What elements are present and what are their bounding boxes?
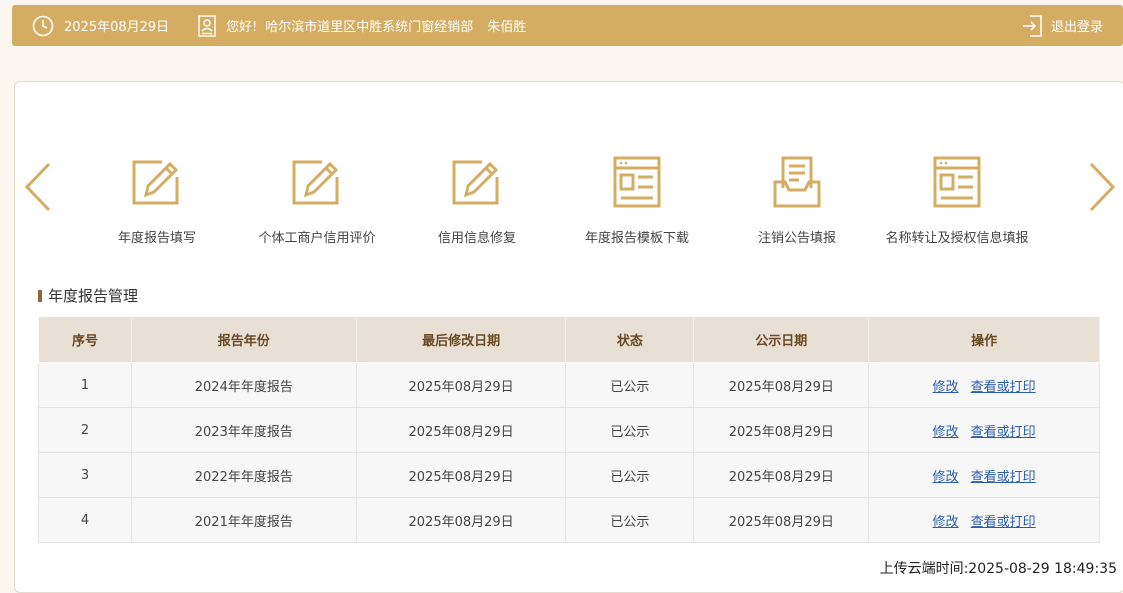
- shortcut-credit-evaluation[interactable]: 个体工商户信用评价: [237, 154, 397, 246]
- column-header-modified: 最后修改日期: [355, 316, 567, 363]
- edit-icon: [397, 154, 557, 210]
- shortcut-name-transfer[interactable]: 名称转让及授权信息填报: [877, 154, 1037, 246]
- view-print-link[interactable]: 查看或打印: [971, 425, 1036, 440]
- cell-status: 已公示: [565, 452, 695, 498]
- document-tray-icon: [717, 154, 877, 210]
- shortcut-template-download[interactable]: 年度报告模板下载: [557, 154, 717, 246]
- chevron-left-icon: [24, 162, 51, 212]
- cell-modified: 2025年08月29日: [355, 362, 567, 408]
- template-icon: [557, 154, 717, 210]
- shortcut-cancellation-notice[interactable]: 注销公告填报: [717, 154, 877, 246]
- cell-actions: 修改 查看或打印: [868, 407, 1100, 453]
- user-name: 朱佰胜: [487, 20, 527, 35]
- column-header-actions: 操作: [868, 316, 1100, 363]
- date-display: 2025年08月29日: [32, 5, 169, 46]
- template-icon: [877, 154, 1037, 210]
- cell-published: 2025年08月29日: [693, 407, 870, 453]
- cell-actions: 修改 查看或打印: [868, 362, 1100, 408]
- shortcut-label: 注销公告填报: [757, 231, 836, 246]
- upload-time: 上传云端时间:2025-08-29 18:49:35: [879, 561, 1117, 577]
- section-title-text: 年度报告管理: [48, 287, 139, 305]
- cell-no: 1: [38, 362, 132, 408]
- column-header-published: 公示日期: [693, 316, 870, 363]
- carousel-next-button[interactable]: [1087, 160, 1117, 214]
- report-table: 序号 报告年份 最后修改日期 状态 公示日期 操作 1 2024年年度报告 20…: [38, 316, 1100, 543]
- cell-year: 2021年年度报告: [130, 497, 357, 543]
- cell-actions: 修改 查看或打印: [868, 497, 1100, 543]
- cell-published: 2025年08月29日: [693, 497, 870, 543]
- cell-published: 2025年08月29日: [693, 452, 870, 498]
- edit-link[interactable]: 修改: [933, 470, 959, 485]
- view-print-link[interactable]: 查看或打印: [971, 380, 1036, 395]
- user-info: 您好! 哈尔滨市道里区中胜系统门窗经销部 朱佰胜: [198, 5, 526, 46]
- user-card-icon: [198, 14, 216, 37]
- carousel-prev-button[interactable]: [23, 160, 53, 214]
- column-header-year: 报告年份: [130, 316, 357, 363]
- cell-modified: 2025年08月29日: [355, 497, 567, 543]
- org-name: 哈尔滨市道里区中胜系统门窗经销部: [265, 20, 474, 35]
- column-header-no: 序号: [38, 316, 132, 363]
- view-print-link[interactable]: 查看或打印: [971, 515, 1036, 530]
- table-row: 1 2024年年度报告 2025年08月29日 已公示 2025年08月29日 …: [38, 362, 1100, 408]
- cell-status: 已公示: [565, 407, 695, 453]
- greeting: 您好!: [226, 20, 258, 35]
- chevron-right-icon: [1089, 162, 1116, 212]
- edit-icon: [77, 154, 237, 210]
- section-marker: [38, 289, 42, 302]
- logout-icon: [1022, 14, 1042, 37]
- logout-button[interactable]: 退出登录: [1022, 5, 1103, 46]
- table-row: 4 2021年年度报告 2025年08月29日 已公示 2025年08月29日 …: [38, 497, 1100, 543]
- cell-no: 2: [38, 407, 132, 453]
- cell-modified: 2025年08月29日: [355, 407, 567, 453]
- edit-link[interactable]: 修改: [933, 380, 959, 395]
- cell-actions: 修改 查看或打印: [868, 452, 1100, 498]
- clock-icon: [32, 15, 54, 37]
- logout-label: 退出登录: [1050, 20, 1103, 35]
- cell-no: 4: [38, 497, 132, 543]
- cell-no: 3: [38, 452, 132, 498]
- view-print-link[interactable]: 查看或打印: [971, 470, 1036, 485]
- table-header-row: 序号 报告年份 最后修改日期 状态 公示日期 操作: [38, 316, 1100, 363]
- cell-year: 2023年年度报告: [130, 407, 357, 453]
- table-row: 2 2023年年度报告 2025年08月29日 已公示 2025年08月29日 …: [38, 407, 1100, 453]
- shortcut-label: 年度报告模板下载: [584, 231, 689, 246]
- current-date: 2025年08月29日: [64, 20, 170, 35]
- edit-link[interactable]: 修改: [933, 515, 959, 530]
- section-title: 年度报告管理: [38, 285, 138, 306]
- edit-icon: [237, 154, 397, 210]
- column-header-status: 状态: [565, 316, 695, 363]
- cell-modified: 2025年08月29日: [355, 452, 567, 498]
- shortcut-label: 年度报告填写: [117, 231, 196, 246]
- cell-status: 已公示: [565, 362, 695, 408]
- shortcut-label: 信用信息修复: [437, 231, 516, 246]
- shortcut-label: 名称转让及授权信息填报: [885, 231, 1029, 246]
- cell-published: 2025年08月29日: [693, 362, 870, 408]
- edit-link[interactable]: 修改: [933, 425, 959, 440]
- shortcut-label: 个体工商户信用评价: [258, 231, 376, 246]
- table-row: 3 2022年年度报告 2025年08月29日 已公示 2025年08月29日 …: [38, 452, 1100, 498]
- main-card: 年度报告填写 个体工商户信用评价 信用信息修复 年度报告模板下载 注销公告填报 …: [14, 81, 1123, 593]
- top-bar: 2025年08月29日 您好! 哈尔滨市道里区中胜系统门窗经销部 朱佰胜 退出登…: [12, 5, 1123, 46]
- cell-year: 2022年年度报告: [130, 452, 357, 498]
- shortcut-annual-report-fill[interactable]: 年度报告填写: [77, 154, 237, 246]
- cell-status: 已公示: [565, 497, 695, 543]
- cell-year: 2024年年度报告: [130, 362, 357, 408]
- shortcut-credit-repair[interactable]: 信用信息修复: [397, 154, 557, 246]
